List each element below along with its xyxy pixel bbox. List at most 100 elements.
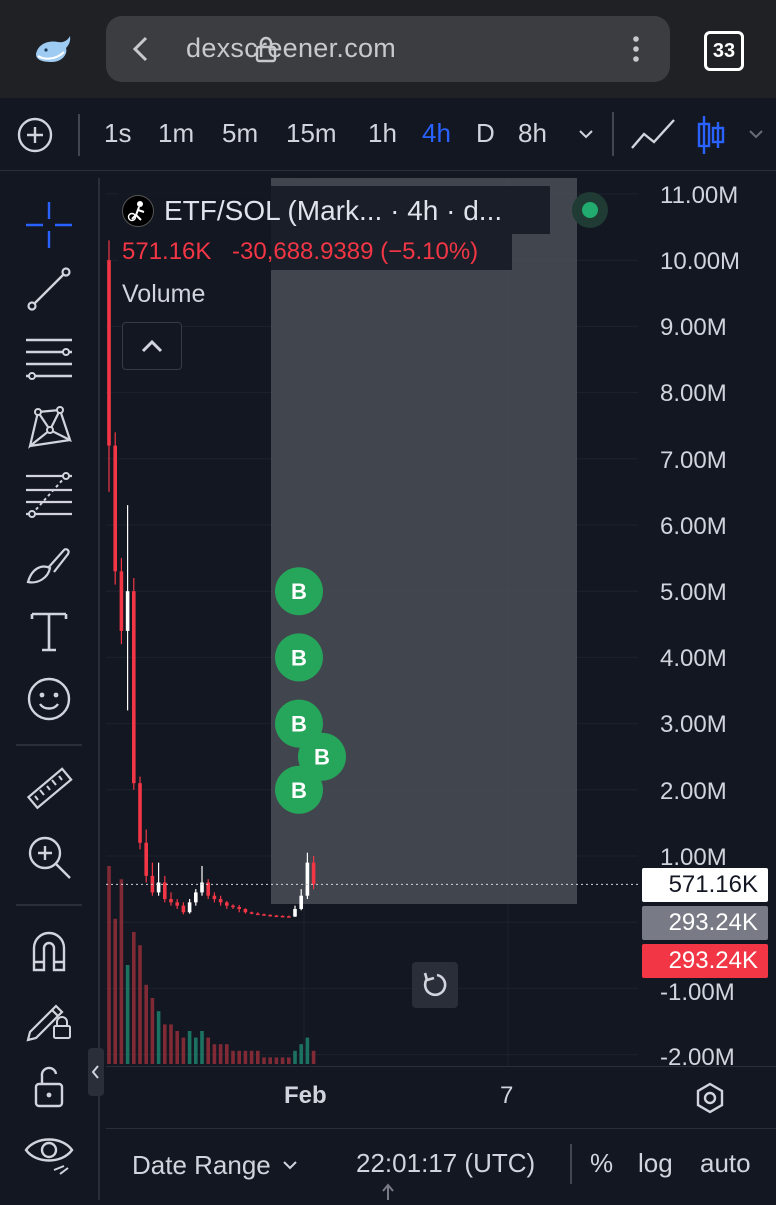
toolbar-separator	[16, 904, 82, 906]
tab-count-button[interactable]: 33	[704, 31, 744, 71]
unlock-icon[interactable]	[22, 1060, 76, 1114]
brush-icon[interactable]	[22, 538, 76, 592]
more-options-icon[interactable]	[628, 34, 644, 66]
log-scale-toggle[interactable]: log	[638, 1148, 673, 1179]
tf-1s[interactable]: 1s	[104, 118, 131, 149]
ruler-icon[interactable]	[22, 762, 76, 816]
volume-bar	[163, 1024, 167, 1064]
price-tick: -1.00M	[660, 979, 735, 1006]
candle-body	[293, 908, 297, 917]
price-tick: 7.00M	[660, 447, 727, 474]
toolbar-separator	[16, 744, 82, 746]
price-tick: 10.00M	[660, 248, 741, 275]
tf-4h[interactable]: 4h	[422, 118, 451, 149]
tf-D[interactable]: D	[476, 118, 495, 149]
candle-body	[280, 915, 285, 918]
tf-15m[interactable]: 15m	[286, 118, 337, 149]
pattern-tool-icon[interactable]	[22, 400, 76, 454]
volume-bar	[231, 1050, 235, 1064]
visibility-icon[interactable]	[22, 1126, 76, 1180]
crosshair-icon[interactable]	[22, 198, 76, 252]
reset-chart-button[interactable]	[412, 962, 458, 1008]
tf-1m[interactable]: 1m	[158, 118, 194, 149]
date-range-button[interactable]: Date Range	[132, 1148, 299, 1182]
volume-bar	[225, 1044, 229, 1064]
back-icon[interactable]	[128, 34, 154, 64]
token-logo-icon	[122, 195, 154, 227]
candle-body	[119, 571, 124, 631]
toolbar-border	[98, 178, 100, 1200]
candle-body	[305, 862, 310, 896]
candle-body	[268, 914, 272, 917]
volume-bar	[169, 1024, 173, 1064]
buy-marker-label: B	[291, 579, 307, 604]
buy-marker: B	[275, 765, 323, 814]
magnet-icon[interactable]	[22, 924, 76, 978]
time-tick-7: 7	[500, 1082, 514, 1109]
candle-body	[299, 895, 303, 909]
text-tool-icon[interactable]	[22, 604, 76, 658]
collapse-legend-button[interactable]	[122, 322, 182, 370]
volume-bar	[181, 1037, 186, 1064]
date-range-label: Date Range	[132, 1149, 271, 1180]
buy-marker: B	[275, 567, 323, 616]
utc-clock[interactable]: 22:01:17 (UTC)	[356, 1148, 535, 1179]
volume-bar	[305, 1037, 310, 1064]
lock-drawing-icon[interactable]	[22, 990, 76, 1044]
volume-bar	[256, 1050, 260, 1064]
fib-retracement-icon[interactable]	[22, 468, 76, 522]
add-indicator-icon[interactable]	[16, 116, 54, 154]
trend-line-icon[interactable]	[22, 262, 76, 316]
line-chart-icon[interactable]	[630, 116, 676, 152]
whale-logo-icon[interactable]	[32, 30, 76, 70]
candle-body	[107, 260, 111, 446]
candle-body	[194, 892, 198, 903]
percent-scale-toggle[interactable]: %	[590, 1148, 613, 1179]
candle-body	[225, 902, 229, 906]
volume-bar	[138, 945, 142, 1064]
tf-1h[interactable]: 1h	[368, 118, 397, 149]
chart-settings-icon[interactable]	[692, 1080, 728, 1116]
chart-pane[interactable]: BBBBB	[106, 178, 638, 1066]
zoom-in-icon[interactable]	[22, 830, 76, 884]
volume-bar	[107, 866, 111, 1064]
volume-bar	[249, 1050, 254, 1064]
timeframe-dropdown-icon[interactable]	[576, 124, 596, 144]
horizontal-lines-icon[interactable]	[22, 332, 76, 386]
emoji-icon[interactable]	[22, 672, 76, 726]
selection-price-label: 293.24K	[642, 906, 768, 940]
tf-5m[interactable]: 5m	[222, 118, 258, 149]
price-chart[interactable]: BBBBB	[106, 178, 638, 1066]
candle-body	[262, 914, 266, 916]
symbol-legend[interactable]: ETF/SOL (Mark... · 4h · d...	[118, 186, 550, 234]
price-tick: 5.00M	[660, 579, 727, 606]
symbol-title[interactable]: ETF/SOL (Mark... · 4h · d...	[164, 195, 502, 227]
volume-bar	[299, 1044, 303, 1064]
candlestick-chart-icon[interactable]	[696, 114, 726, 156]
volume-bar	[280, 1057, 285, 1064]
price-tick: 4.00M	[660, 645, 727, 672]
volume-bar	[113, 918, 117, 1064]
volume-bar	[218, 1044, 223, 1064]
tf-8h[interactable]: 8h	[518, 118, 547, 149]
url-text[interactable]: dexscreener.com	[186, 33, 396, 64]
price-tick: 2.00M	[660, 778, 727, 805]
volume-label: Volume	[122, 280, 206, 308]
buy-marker: B	[275, 633, 323, 682]
legend-price: 571.16K	[122, 238, 212, 265]
candle-body	[218, 899, 223, 903]
volume-bar	[200, 1031, 204, 1064]
volume-bar	[212, 1044, 217, 1064]
candle-body	[175, 902, 179, 906]
volume-bar	[119, 879, 124, 1064]
auto-scale-toggle[interactable]: auto	[700, 1148, 751, 1179]
buy-marker-label: B	[291, 778, 307, 803]
time-axis[interactable]	[106, 1066, 776, 1127]
volume-bar	[237, 1050, 241, 1064]
collapse-toolbar-handle[interactable]	[88, 1048, 104, 1096]
price-tick: 9.00M	[660, 314, 727, 341]
chart-type-dropdown-icon[interactable]	[746, 124, 766, 144]
buy-marker-label: B	[291, 712, 307, 737]
candle-body	[125, 591, 130, 631]
buy-marker-label: B	[314, 745, 330, 770]
